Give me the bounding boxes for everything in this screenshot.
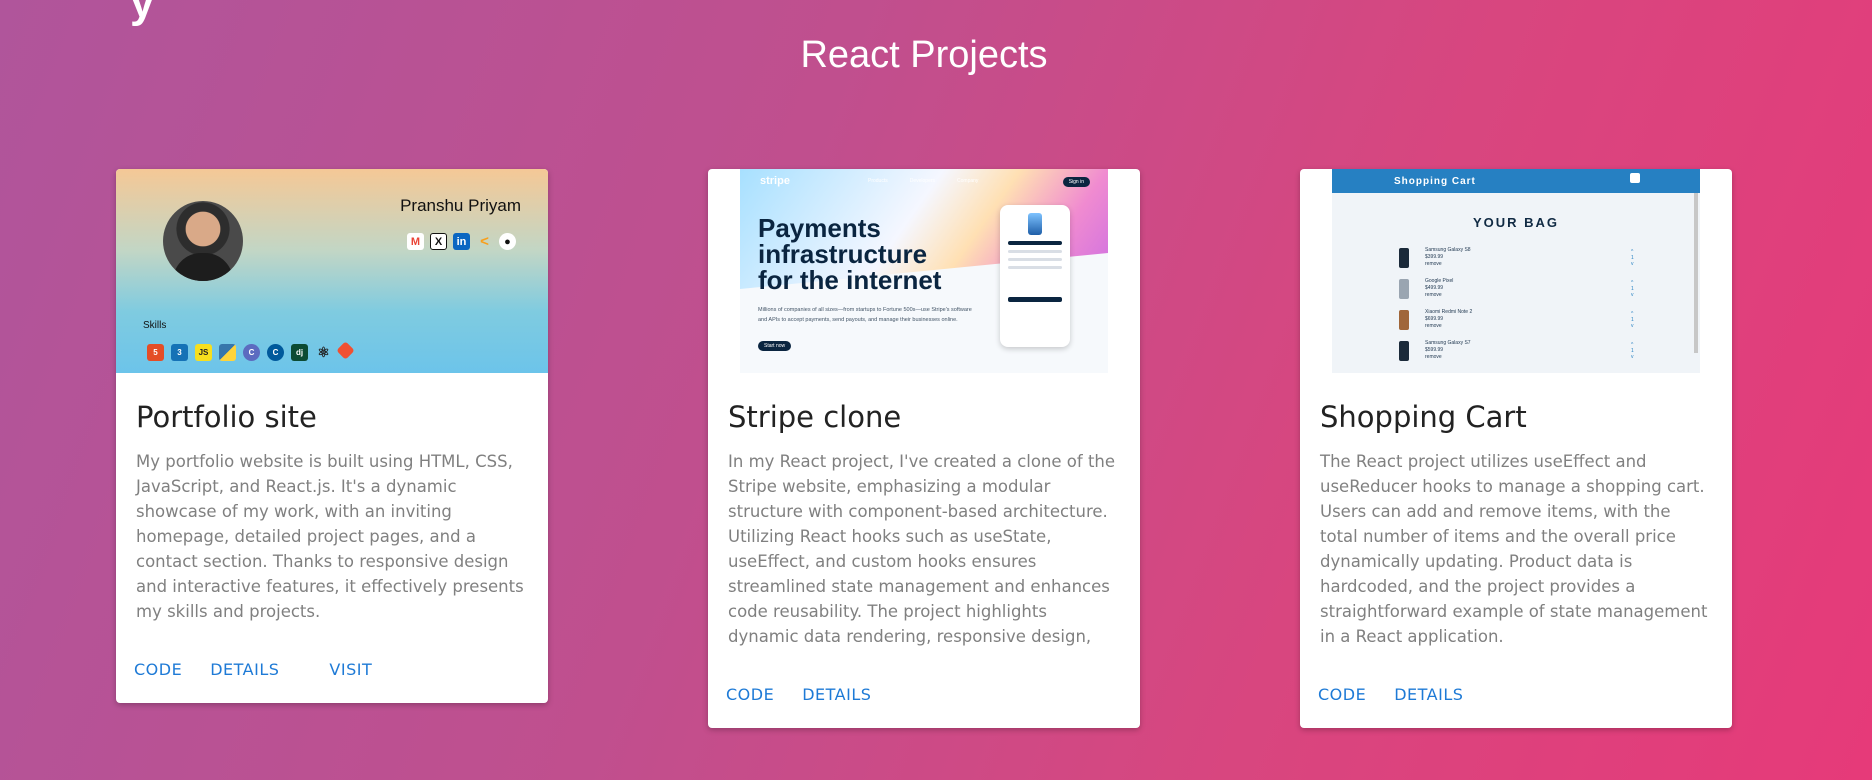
css3-icon: 3 bbox=[171, 344, 188, 361]
html5-icon: 5 bbox=[147, 344, 164, 361]
preview-logo: stripe bbox=[760, 175, 790, 187]
card-description: The React project utilizes useEffect and… bbox=[1320, 452, 1708, 646]
gmail-icon: M bbox=[407, 233, 424, 250]
code-button[interactable]: CODE bbox=[717, 679, 783, 710]
cart-item: Samsung Galaxy S8 $399.99 remove ^ 1 v bbox=[1399, 242, 1700, 273]
project-card-portfolio: Pranshu Priyam M X in < ● Skills 5 3 JS … bbox=[116, 169, 548, 703]
preview-sign-in: Sign in bbox=[1062, 177, 1090, 187]
preview-phone bbox=[1000, 205, 1070, 347]
preview-scrollbar bbox=[1694, 193, 1698, 353]
github-icon: ● bbox=[499, 233, 516, 250]
social-icons: M X in < ● bbox=[407, 233, 516, 250]
avatar bbox=[163, 201, 243, 281]
c-icon: C bbox=[243, 344, 260, 361]
cart-item: Xiaomi Redmi Note 2 $699.99 remove ^ 1 v bbox=[1399, 304, 1700, 335]
details-button[interactable]: DETAILS bbox=[1385, 679, 1472, 710]
preview-nav-item: Developers bbox=[909, 178, 936, 184]
page-heading-fragment: y bbox=[130, 0, 155, 27]
code-button[interactable]: CODE bbox=[1309, 679, 1375, 710]
visit-button[interactable]: VISIT bbox=[320, 654, 381, 685]
project-preview-image: Shopping Cart YOUR BAG Samsung Galaxy S8… bbox=[1300, 169, 1732, 373]
bag-icon bbox=[1630, 173, 1640, 183]
preview-nav: Products Developers Company bbox=[868, 178, 978, 184]
details-button[interactable]: DETAILS bbox=[793, 679, 880, 710]
preview-nav-title: Shopping Cart bbox=[1394, 175, 1476, 187]
preview-subtext: Millions of companies of all sizes—from … bbox=[758, 307, 972, 323]
python-icon bbox=[219, 344, 236, 361]
card-description: In my React project, I've created a clon… bbox=[728, 452, 1116, 646]
cart-item: Google Pixel $499.99 remove ^ 1 v bbox=[1399, 273, 1700, 304]
git-icon bbox=[336, 341, 355, 360]
project-card-shopping-cart: Shopping Cart YOUR BAG Samsung Galaxy S8… bbox=[1300, 169, 1732, 728]
preview-headline: Payments infrastructure for the internet bbox=[758, 213, 942, 295]
cplusplus-icon: C bbox=[267, 344, 284, 361]
preview-cta: Start now bbox=[758, 341, 792, 351]
project-preview-image: stripe Products Developers Company Sign … bbox=[708, 169, 1140, 373]
skills-label: Skills bbox=[143, 320, 167, 331]
card-title: Shopping Cart bbox=[1320, 400, 1527, 434]
preview-bag-title: YOUR BAG bbox=[1472, 215, 1560, 230]
project-preview-image: Pranshu Priyam M X in < ● Skills 5 3 JS … bbox=[116, 169, 548, 373]
javascript-icon: JS bbox=[195, 344, 212, 361]
project-card-stripe: stripe Products Developers Company Sign … bbox=[708, 169, 1140, 728]
skill-icons: 5 3 JS C C dj ⚛ bbox=[147, 341, 355, 361]
leetcode-icon: < bbox=[480, 233, 489, 250]
linkedin-icon: in bbox=[453, 233, 470, 250]
card-title: Portfolio site bbox=[136, 400, 317, 434]
preview-nav-item: Company bbox=[957, 178, 979, 184]
details-button[interactable]: DETAILS bbox=[201, 654, 288, 685]
preview-nav-item: Products bbox=[868, 178, 888, 184]
section-title: React Projects bbox=[800, 34, 1048, 76]
react-icon: ⚛ bbox=[317, 344, 330, 360]
card-title: Stripe clone bbox=[728, 400, 902, 434]
code-button[interactable]: CODE bbox=[125, 654, 191, 685]
django-icon: dj bbox=[291, 344, 308, 361]
cart-item: Samsung Galaxy S7 $599.99 remove ^ 1 v bbox=[1399, 335, 1700, 366]
preview-name: Pranshu Priyam bbox=[400, 196, 521, 215]
x-icon: X bbox=[430, 233, 447, 250]
card-description: My portfolio website is built using HTML… bbox=[136, 452, 524, 621]
